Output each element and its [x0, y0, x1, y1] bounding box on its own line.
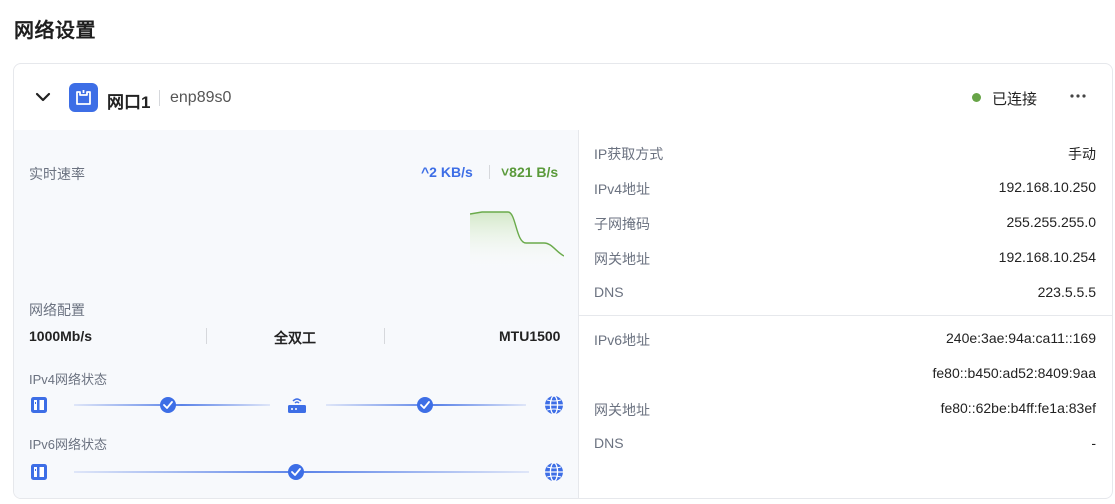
network-port-card: 网口1 enp89s0 已连接 实时速率 ^2 KB/s ˅821 B/s 网络…: [13, 63, 1113, 499]
config-divider: [384, 328, 385, 344]
speed-sparkline: [470, 211, 564, 272]
row-key: DNS: [594, 435, 624, 451]
port-name: 网口1: [107, 93, 151, 112]
speed-divider: [489, 165, 490, 179]
row-value: 手动: [1068, 146, 1096, 162]
row-key: 网关地址: [594, 251, 650, 267]
title-divider: [159, 90, 160, 106]
row-value: fe80::b450:ad52:8409:9aa: [932, 365, 1097, 381]
router-icon: [288, 398, 306, 413]
row-value: 192.168.10.250: [998, 179, 1096, 195]
ipv6-status-label: IPv6网络状态: [29, 437, 108, 452]
config-divider: [206, 328, 207, 344]
row-value: 223.5.5.5: [1037, 284, 1096, 300]
mtu-value: MTU1500: [499, 328, 561, 344]
ipv4-topology: [31, 395, 563, 415]
ipv4-row-ip-mode: IP获取方式 手动: [594, 144, 1096, 164]
globe-icon: [545, 395, 563, 415]
ipv6-row-dns: DNS -: [594, 435, 1096, 455]
config-label: 网络配置: [29, 302, 85, 318]
row-value: 255.255.255.0: [1006, 214, 1096, 230]
row-value: fe80::62be:b4ff:fe1a:83ef: [940, 400, 1096, 416]
interface-name: enp89s0: [170, 89, 232, 106]
ipv4-row-netmask: 子网掩码 255.255.255.0: [594, 214, 1096, 234]
ipv4-status-label: IPv4网络状态: [29, 372, 108, 387]
upload-speed: ^2 KB/s: [421, 164, 473, 180]
section-divider: [579, 315, 1112, 316]
bandwidth-value: 1000Mb/s: [29, 328, 93, 344]
page-title: 网络设置: [14, 20, 96, 42]
more-options-button[interactable]: [1066, 86, 1090, 106]
check-icon: [160, 397, 176, 413]
check-icon: [417, 397, 433, 413]
duplex-value: 全双工: [274, 330, 316, 346]
globe-icon: [545, 462, 563, 482]
ethernet-port-icon: [69, 83, 98, 112]
row-key: 网关地址: [594, 402, 650, 418]
ipv4-row-dns: DNS 223.5.5.5: [594, 284, 1096, 304]
row-value: 192.168.10.254: [998, 249, 1096, 265]
ipv6-topology: [31, 462, 563, 482]
speed-label: 实时速率: [29, 166, 85, 182]
ipv4-row-gateway: 网关地址 192.168.10.254: [594, 249, 1096, 269]
ipv6-row-address: IPv6地址 240e:3ae:94a:ca11::169: [594, 330, 1096, 350]
row-key: DNS: [594, 284, 624, 300]
row-key: 子网掩码: [594, 216, 650, 232]
row-value: -: [1091, 435, 1096, 451]
row-key: IP获取方式: [594, 146, 664, 162]
device-icon: [31, 397, 47, 413]
status-dot-icon: [972, 93, 981, 102]
connection-status: 已连接: [992, 91, 1038, 108]
more-icon: [1070, 94, 1086, 98]
ipv4-row-address: IPv4地址 192.168.10.250: [594, 179, 1096, 199]
row-key: IPv4地址: [594, 181, 651, 197]
ipv6-row-gateway: 网关地址 fe80::62be:b4ff:fe1a:83ef: [594, 400, 1096, 420]
device-icon: [31, 464, 47, 480]
ipv6-row-link-local: fe80::b450:ad52:8409:9aa: [594, 365, 1097, 385]
chevron-down-icon[interactable]: [34, 88, 52, 106]
card-header: 网口1 enp89s0 已连接: [14, 64, 1112, 130]
row-key: IPv6地址: [594, 332, 651, 348]
row-value: 240e:3ae:94a:ca11::169: [946, 330, 1096, 346]
download-speed: ˅821 B/s: [501, 164, 559, 180]
check-icon: [288, 464, 304, 480]
